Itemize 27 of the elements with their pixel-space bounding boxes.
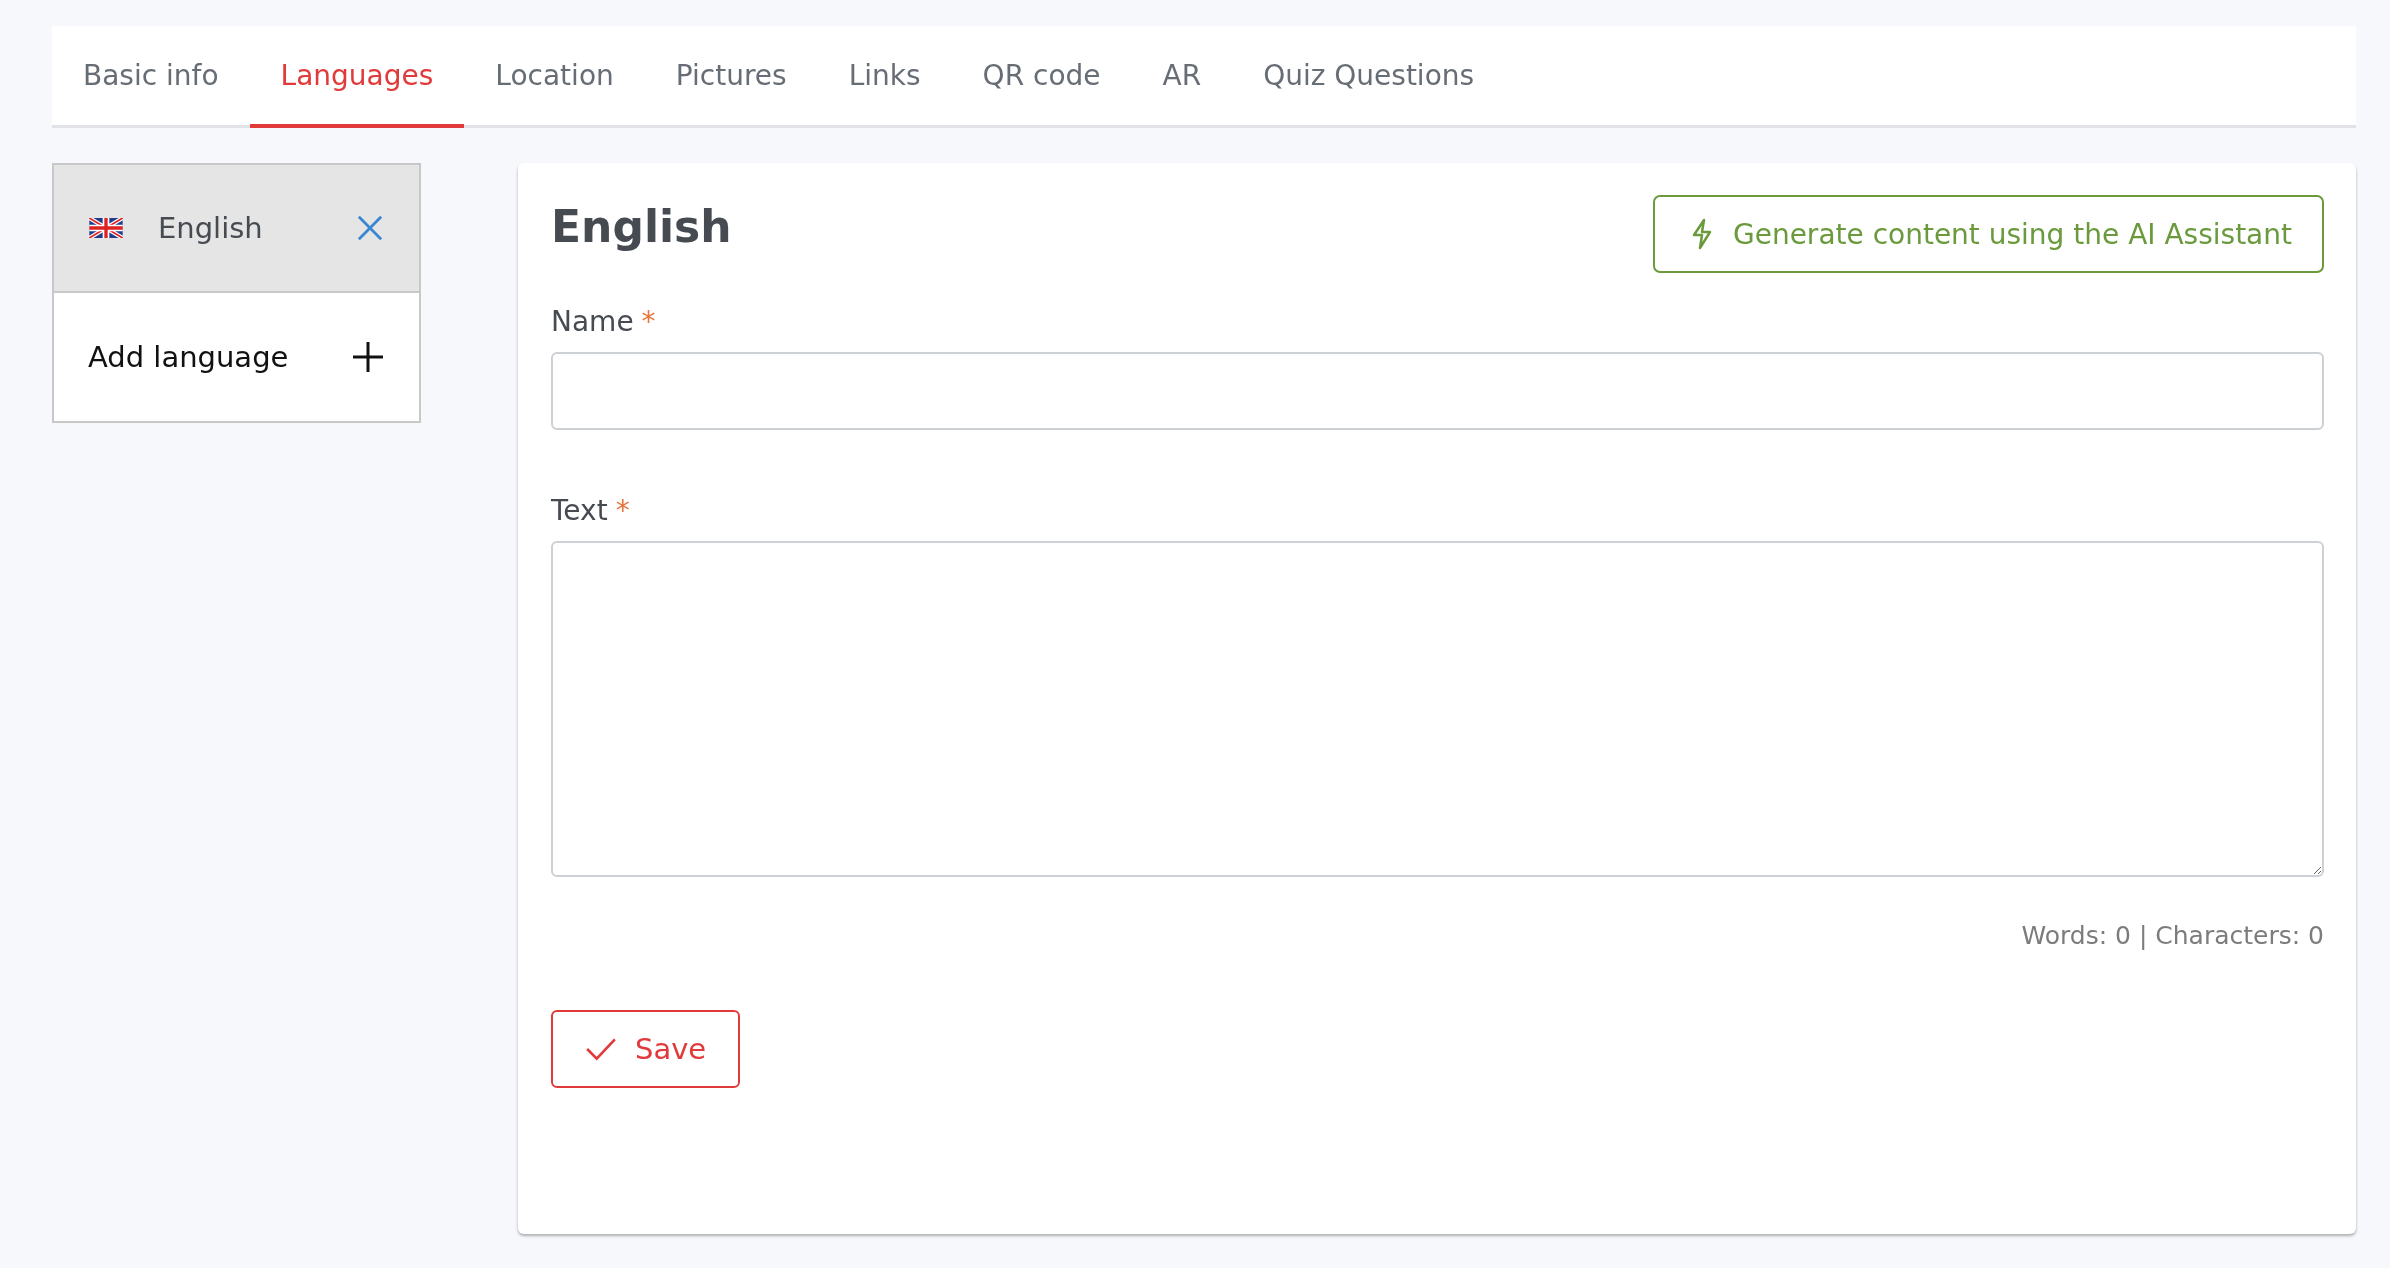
- close-icon[interactable]: [357, 215, 383, 241]
- tab[interactable]: AR: [1131, 26, 1233, 128]
- tab[interactable]: Basic info: [52, 26, 250, 128]
- language-name: English: [158, 211, 264, 245]
- plus-icon: [353, 342, 383, 372]
- add-language-label: Add language: [88, 340, 289, 374]
- ai-assistant-button[interactable]: Generate content using the AI Assistant: [1652, 195, 2324, 273]
- tab[interactable]: Quiz Questions: [1232, 26, 1506, 128]
- add-language-item[interactable]: Add language: [54, 293, 419, 421]
- flag-icon: [86, 218, 126, 238]
- word-counter: Words: 0 | Characters: 0: [2020, 921, 2324, 950]
- field-label: Text: [551, 494, 608, 527]
- check-icon: [585, 1036, 617, 1062]
- lightning-icon: [1690, 218, 1713, 250]
- language-heading: English: [551, 200, 732, 249]
- language-item[interactable]: English: [54, 165, 419, 293]
- text-area[interactable]: [551, 541, 2324, 877]
- tab[interactable]: Links: [817, 26, 952, 128]
- save-button[interactable]: Save: [551, 1010, 741, 1088]
- required-mark: *: [615, 494, 630, 527]
- tab[interactable]: Pictures: [644, 26, 818, 128]
- tab[interactable]: QR code: [951, 26, 1132, 128]
- text-input[interactable]: [551, 352, 2324, 430]
- required-mark: *: [641, 305, 656, 338]
- tab[interactable]: Location: [464, 26, 645, 128]
- field-label: Name: [551, 305, 634, 338]
- tab[interactable]: Languages: [249, 26, 465, 128]
